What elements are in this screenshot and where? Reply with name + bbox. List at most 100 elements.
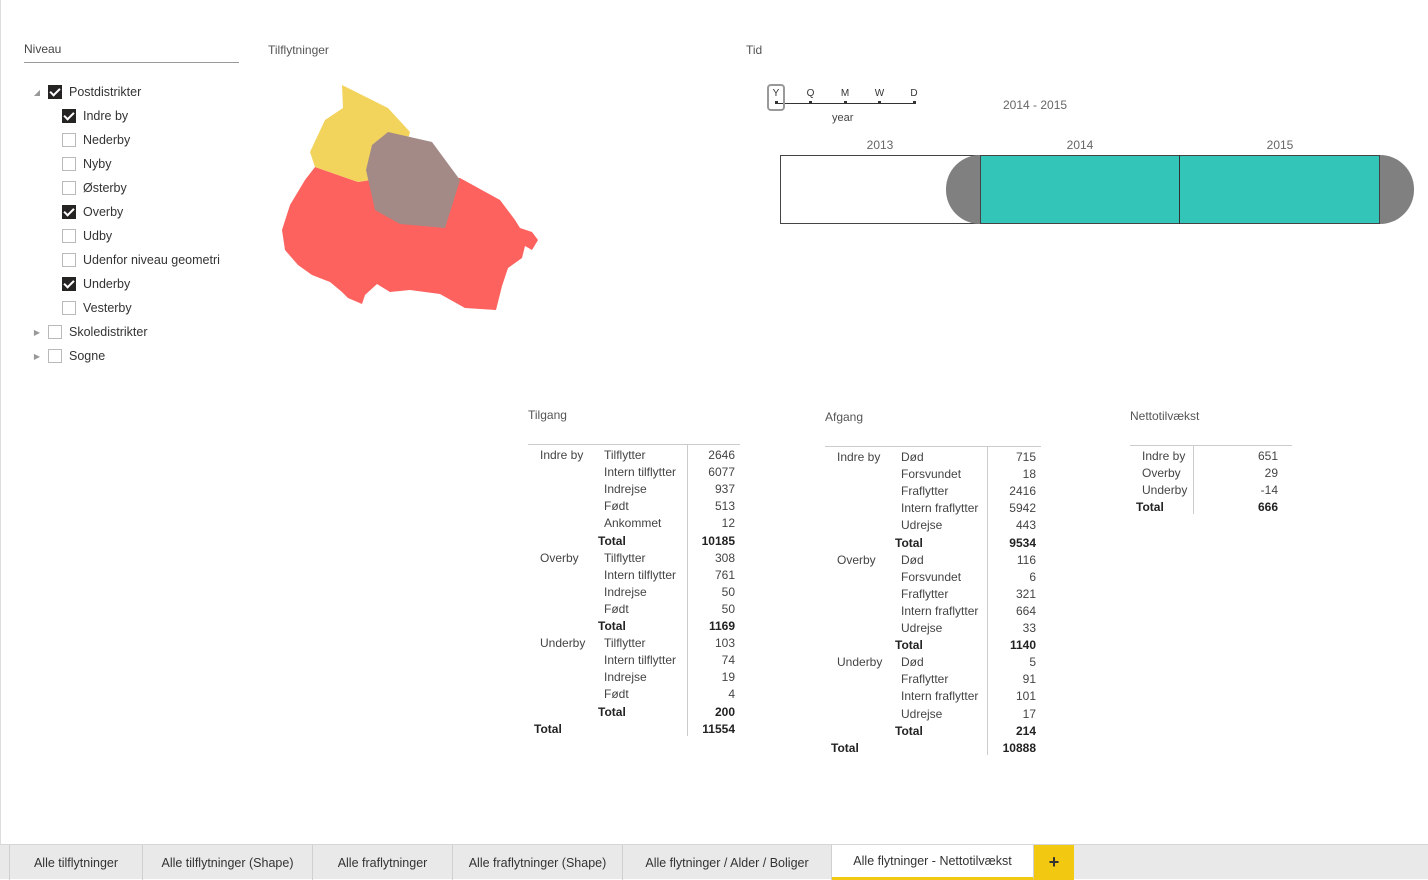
row-value: 308 [714,550,735,565]
tab-scroll-left[interactable] [0,845,10,880]
add-page-button[interactable]: + [1034,845,1074,880]
timeline-divider [1179,155,1180,224]
page-tab[interactable]: Alle flytninger - Nettotilvækst [832,845,1034,880]
checkbox[interactable] [62,229,76,243]
checkbox[interactable] [62,181,76,195]
row-value: 74 [721,653,735,668]
row-label: Intern fraflytter [901,689,979,704]
slicer-item-label: Indre by [83,109,129,123]
column-divider [687,444,688,736]
page-tab-bar: Alle tilflytninger Alle tilflytninger (Sh… [0,844,1428,880]
granularity-selected-marker [767,84,785,111]
subtotal-value: 200 [714,704,735,719]
row-label: Intern tilflytter [604,567,677,582]
page-tab[interactable]: Alle fraflytninger [313,845,453,880]
checkbox[interactable] [48,325,62,339]
checkbox[interactable] [62,301,76,315]
tilgang-table: Indre by Tilflytter 2646 Intern tilflytter 6… [528,444,740,744]
page-tab[interactable]: Alle tilflytninger (Shape) [143,845,313,880]
page-tab[interactable]: Alle tilflytninger [10,845,143,880]
row-value: 5 [1029,655,1036,670]
row-value: 5942 [1009,501,1036,516]
checkbox[interactable] [62,205,76,219]
slicer-item[interactable]: Overby [62,202,123,222]
column-divider [1193,445,1194,514]
timeline-handle-right[interactable] [1380,155,1414,224]
checkbox[interactable] [62,253,76,267]
slicer-item[interactable]: Udby [62,226,112,246]
subtotal-value: 9534 [1009,535,1036,550]
slicer-item-label: Postdistrikter [69,85,142,99]
slicer-item[interactable]: Nederby [62,130,130,150]
checkbox[interactable] [62,133,76,147]
tilgang-title: Tilgang [528,408,567,422]
slicer-item[interactable]: ▶ Skoledistrikter [32,322,148,342]
checkbox[interactable] [62,277,76,291]
slicer-item[interactable]: Østerby [62,178,127,198]
slicer-item[interactable]: Nyby [62,154,111,174]
grand-total-label: Total [534,721,562,736]
slicer-item[interactable]: Udenfor niveau geometri [62,250,220,270]
timeline-year-label: 2014 [1066,138,1094,152]
granularity-option[interactable]: Q [806,88,816,99]
grand-total-label: Total [831,740,859,755]
granularity-option[interactable]: D [909,88,919,99]
grand-total-value: 10888 [1002,740,1036,755]
map-title: Tilflytninger [268,43,329,57]
table-header-line [825,446,1041,447]
timeline-year-label: 2015 [1266,138,1294,152]
row-value: 101 [1015,689,1036,704]
row-value: 116 [1016,552,1036,567]
row-label: Intern tilflytter [604,653,677,668]
row-label: Død [901,450,924,464]
subtotal-value: 1169 [708,619,735,633]
slicer-item-label: Østerby [83,181,127,195]
slicer-item[interactable]: ◢ Postdistrikter [32,82,141,102]
checkbox[interactable] [62,109,76,123]
row-value: 651 [1257,449,1278,463]
row-value: 12 [721,516,735,531]
row-value: 443 [1015,518,1036,533]
slicer-item-label: Skoledistrikter [69,325,148,339]
row-label: Forsvundet [901,569,962,584]
subtotal-label: Total [598,533,626,548]
granularity-tick [878,101,881,104]
slicer-item[interactable]: Underby [62,274,130,294]
row-value: 17 [1022,706,1036,721]
checkbox[interactable] [48,85,62,99]
timeline-selection[interactable] [980,155,1380,224]
row-label: Indrejse [604,670,647,685]
afgang-table: Indre by Død 715 Forsvundet 18 Fraflytter 2416… [825,446,1041,762]
granularity-tick [843,101,847,104]
granularity-selector[interactable]: YQMWD [766,84,926,114]
row-group-label: Overby [837,552,876,567]
grand-total-value: 11554 [702,721,735,736]
row-value: 761 [714,567,735,582]
checkbox[interactable] [48,349,62,363]
expand-icon[interactable]: ▶ [32,328,42,337]
column-divider [987,446,988,755]
checkbox[interactable] [62,157,76,171]
total-value: 666 [1257,500,1278,514]
slicer-item-label: Vesterby [83,301,132,315]
granularity-option[interactable]: W [875,88,885,99]
page-tab[interactable]: Alle fraflytninger (Shape) [453,845,623,880]
row-value: 50 [721,601,735,616]
slicer-item[interactable]: ▶ Sogne [32,346,105,366]
page-tab[interactable]: Alle flytninger / Alder / Boliger [623,845,832,880]
timeline-year-labels: 2013 2014 2015 [780,138,1380,152]
row-value: 50 [721,584,735,599]
row-value: 29 [1264,466,1278,480]
row-label: Indre by [1142,449,1186,463]
granularity-option[interactable]: M [840,88,850,99]
row-label: Død [901,552,924,567]
slicer-item-label: Udenfor niveau geometri [83,253,220,267]
expand-icon[interactable]: ▶ [32,352,42,361]
slicer-item[interactable]: Indre by [62,106,128,126]
row-label: Født [604,687,629,702]
row-group-label: Underby [540,636,586,651]
collapse-icon[interactable]: ◢ [32,88,42,97]
slicer-item[interactable]: Vesterby [62,298,132,318]
slicer-item-label: Nederby [83,133,131,147]
row-value: 6 [1029,569,1036,584]
